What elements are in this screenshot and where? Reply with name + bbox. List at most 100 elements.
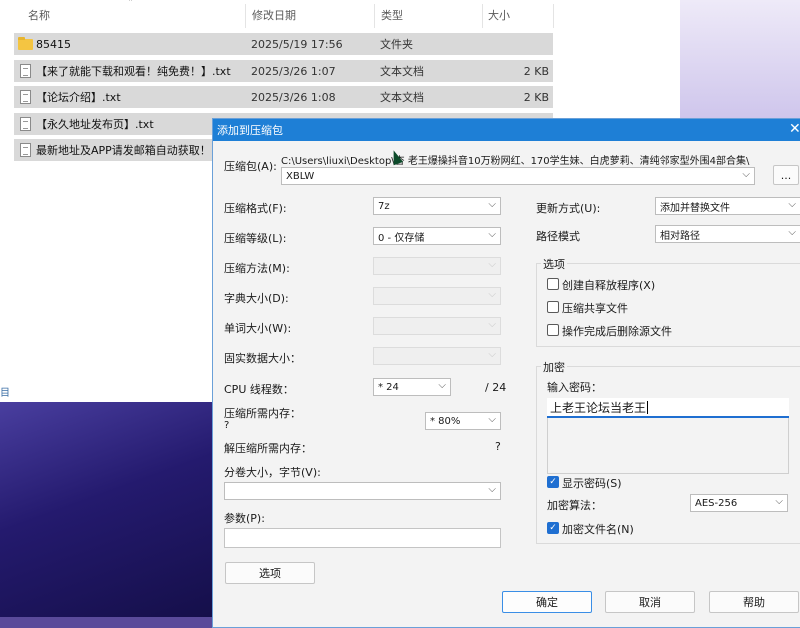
options-group-title: 选项 [541,256,567,272]
update-mode-label: 更新方式(U): [536,202,601,215]
column-date-label: 修改日期 [252,9,296,22]
text-file-icon [20,117,31,131]
cpu-total: / 24 [485,381,507,394]
split-label: 分卷大小，字节(V): [224,466,321,479]
memory-select[interactable]: * 80% ⌵ [425,412,501,430]
chevron-down-icon: ⌵ [742,169,750,180]
file-name: 【永久地址发布页】.txt [36,118,154,131]
file-row[interactable]: 【来了就能下载和观看！纯免费！】.txt 2025/3/26 1:07 文本文档… [14,60,553,82]
chevron-down-icon: ⌵ [488,484,496,495]
show-password-checkbox[interactable]: ✓ [547,476,559,488]
browse-label: ... [780,168,792,182]
params-label: 参数(P): [224,512,265,525]
column-header-size[interactable]: 大小 [488,0,510,30]
split-size-combo[interactable]: ⌵ [224,482,501,500]
shared-files-checkbox[interactable] [547,301,559,313]
column-divider[interactable] [553,4,554,28]
format-label: 压缩格式(F): [224,202,287,215]
show-password-label: 显示密码(S) [562,477,622,490]
format-value: 7z [378,200,390,212]
path-mode-value: 相对路径 [660,230,700,242]
chevron-down-icon: ⌵ [488,414,496,425]
file-name: 【来了就能下载和观看！纯免费！】.txt [36,65,231,78]
cpu-label: CPU 线程数： [224,383,294,396]
cancel-button[interactable]: 取消 [605,591,695,613]
text-file-icon [20,143,31,157]
chevron-down-icon: ⌵ [488,349,496,360]
sort-ascending-icon[interactable]: ˄ [128,0,133,9]
params-input[interactable] [224,528,501,548]
browse-button[interactable]: ... [773,165,799,185]
ok-button[interactable]: 确定 [502,591,592,613]
chevron-down-icon: ⌵ [488,229,496,240]
memory-label: 压缩所需内存： [224,407,301,420]
encrypt-names-label: 加密文件名(N) [562,523,634,536]
folder-icon [18,37,33,50]
file-row[interactable]: 【论坛介绍】.txt 2025/3/26 1:08 文本文档 2 KB [14,86,553,108]
archive-name-combo[interactable]: XBLW ⌵ [281,167,755,185]
chevron-down-icon: ⌵ [775,496,783,507]
delete-after-label: 操作完成后删除源文件 [562,325,672,338]
level-select[interactable]: 0 - 仅存储 ⌵ [373,227,501,245]
word-label: 单词大小(W): [224,322,292,335]
update-mode-select[interactable]: 添加并替换文件 ⌵ [655,197,800,215]
memory-unknown: ? [224,420,230,431]
column-divider[interactable] [245,4,246,28]
password-label: 输入密码： [547,381,602,394]
word-select: ⌵ [373,317,501,335]
decompress-memory-label: 解压缩所需内存： [224,442,312,455]
file-date: 2025/3/26 1:07 [251,64,336,78]
add-to-archive-dialog: 添加到压缩包 ✕ 压缩包(A): C:\Users\liuxi\Desktop\… [212,118,800,628]
file-row[interactable]: 85415 2025/5/19 17:56 文件夹 [14,33,553,55]
options-button-label: 选项 [259,567,281,580]
column-header-date[interactable]: 修改日期 [252,0,296,30]
text-cursor [647,400,649,414]
archive-name-value: XBLW [286,170,315,182]
level-label: 压缩等级(L): [224,232,287,245]
encryption-method-select[interactable]: AES-256 ⌵ [690,494,788,512]
cpu-threads-select[interactable]: * 24 ⌵ [373,378,451,396]
chevron-down-icon: ⌵ [488,259,496,270]
column-size-label: 大小 [488,9,510,22]
delete-after-checkbox[interactable] [547,324,559,336]
file-type: 文件夹 [380,38,413,51]
dict-label: 字典大小(D): [224,292,289,305]
file-name: 85415 [36,37,71,51]
method-label: 压缩方法(M): [224,262,290,275]
text-file-icon [20,64,31,78]
chevron-down-icon: ⌵ [438,380,446,391]
background-window-edge [680,0,800,118]
password-confirm-area[interactable] [547,418,789,474]
sfx-checkbox[interactable] [547,278,559,290]
archive-label: 压缩包(A): [224,160,277,173]
format-select[interactable]: 7z ⌵ [373,197,501,215]
file-name: 【论坛介绍】.txt [36,91,121,104]
decompress-memory-value: ? [495,440,501,453]
close-icon[interactable]: ✕ [789,121,800,137]
path-mode-select[interactable]: 相对路径 ⌵ [655,225,800,243]
file-size: 2 KB [523,90,549,104]
chevron-down-icon: ⌵ [788,227,796,238]
dialog-title: 添加到压缩包 [217,124,283,137]
encryption-group-title: 加密 [541,359,567,375]
chevron-down-icon: ⌵ [488,289,496,300]
file-date: 2025/3/26 1:08 [251,90,336,104]
column-header-name[interactable]: 名称 [28,0,50,30]
column-header-type[interactable]: 类型 [381,0,403,30]
solid-select: ⌵ [373,347,501,365]
column-divider[interactable] [482,4,483,28]
cpu-value: * 24 [378,381,399,393]
column-name-label: 名称 [28,9,50,22]
encrypt-names-checkbox[interactable]: ✓ [547,522,559,534]
help-button[interactable]: 帮助 [709,591,799,613]
password-value: 上老王论坛当老王 [550,400,647,415]
chevron-down-icon: ⌵ [788,199,796,210]
shared-files-label: 压缩共享文件 [562,302,628,315]
file-size: 2 KB [523,64,549,78]
options-button[interactable]: 选项 [225,562,315,584]
column-divider[interactable] [374,4,375,28]
password-input[interactable]: 上老王论坛当老王 [547,398,789,418]
text-file-icon [20,90,31,104]
dialog-titlebar[interactable]: 添加到压缩包 ✕ [213,119,800,141]
file-type: 文本文档 [380,65,424,78]
